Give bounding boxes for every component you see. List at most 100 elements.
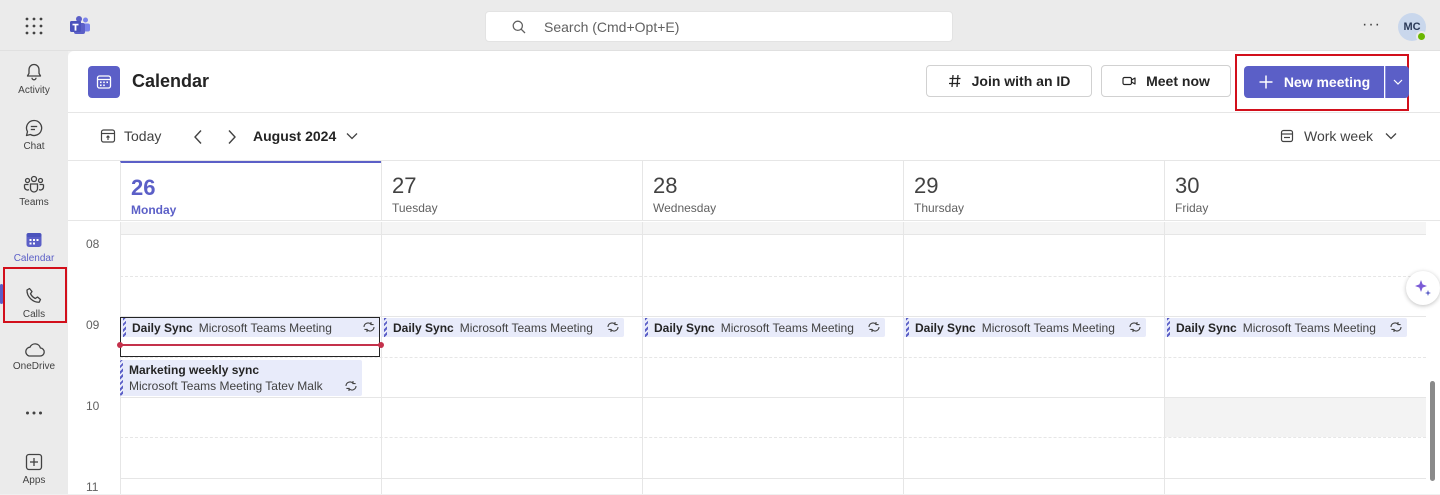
day-header-wednesday[interactable]: 28 Wednesday [642,161,903,221]
join-with-id-label: Join with an ID [971,73,1071,89]
chevron-left-icon[interactable] [192,129,204,145]
chevron-down-icon [1385,133,1397,140]
top-bar: Search (Cmd+Opt+E) ··· MC [0,0,1440,51]
app-launcher-icon[interactable] [24,16,44,36]
meet-now-button[interactable]: Meet now [1101,65,1231,97]
avatar[interactable]: MC [1398,13,1427,42]
calendar-toolbar: Today August 2024 Work week [68,113,1440,161]
day-header-monday[interactable]: 26 Monday [120,161,381,221]
calendar-today-icon [100,129,116,143]
copilot-sparkle-button[interactable] [1406,271,1440,305]
half-hour-line [120,357,1426,358]
day-number: 28 [653,173,678,198]
video-camera-icon [1122,76,1136,86]
new-meeting-highlight-box: New meeting [1235,54,1409,111]
calendar-header: Calendar Join with an ID Meet now New me… [68,51,1440,113]
rail-item-activity[interactable]: Activity [0,53,68,105]
event-location: Microsoft Teams Meeting [459,320,593,335]
day-divider [903,222,904,494]
plus-icon [1259,75,1273,89]
off-hours-band [120,222,1426,235]
shaded-slot [1164,397,1426,437]
rail-label: Apps [22,475,46,486]
rail-label: Calendar [13,253,55,264]
chevron-right-icon[interactable] [226,129,238,145]
view-switcher[interactable]: Work week [1280,128,1397,144]
recurring-icon [345,381,357,391]
rail-item-calendar[interactable]: Calendar [0,221,68,273]
event-daily-sync-friday[interactable]: Daily Sync Microsoft Teams Meeting [1164,318,1407,337]
event-title: Daily Sync [915,320,976,335]
current-time-indicator [117,342,384,348]
chevron-down-icon [1393,79,1402,85]
half-hour-line [120,437,1426,438]
calendar-view-icon [1280,129,1294,143]
more-options-icon[interactable]: ··· [1362,16,1381,34]
hour-label: 09 [86,318,100,332]
day-header-tuesday[interactable]: 27 Tuesday [381,161,642,221]
day-name: Monday [131,203,177,217]
event-location: Microsoft Teams Meeting [720,320,854,335]
view-label: Work week [1304,128,1373,144]
event-daily-sync-tuesday[interactable]: Daily Sync Microsoft Teams Meeting [381,318,624,337]
day-header-row: 26 Monday 27 Tuesday 28 Wednesday 29 Thu… [68,161,1440,221]
chevron-down-icon [346,133,358,140]
day-header-thursday[interactable]: 29 Thursday [903,161,1164,221]
rail-item-chat[interactable]: Chat [0,109,68,161]
sparkle-icon [1415,280,1431,296]
calendar-panel: Calendar Join with an ID Meet now New me… [68,51,1440,494]
event-daily-sync-wednesday[interactable]: Daily Sync Microsoft Teams Meeting [642,318,885,337]
event-marketing-weekly-sync[interactable]: Marketing weekly sync Microsoft Teams Me… [120,360,362,396]
rail-label: Chat [23,141,45,152]
join-with-id-button[interactable]: Join with an ID [926,65,1092,97]
recurring-icon [607,322,619,332]
page-title: Calendar [132,71,210,91]
rail-item-onedrive[interactable]: OneDrive [0,331,68,383]
recurring-icon [1390,322,1402,332]
new-meeting-button[interactable]: New meeting [1244,66,1384,98]
time-grid[interactable]: 08 09 10 11 Daily Sync Microsoft Teams M… [68,222,1426,494]
event-title: Marketing weekly sync [129,363,260,377]
search-input[interactable]: Search (Cmd+Opt+E) [485,11,953,42]
day-header-friday[interactable]: 30 Friday [1164,161,1440,221]
hour-line [120,397,1426,398]
day-divider [1164,222,1165,494]
app-rail: Activity Chat Teams Calendar Calls OneDr… [0,51,68,494]
month-label: August 2024 [253,128,337,144]
event-title: Daily Sync [654,320,715,335]
presence-available-icon [1416,31,1427,42]
day-divider [381,222,382,494]
hour-label: 08 [86,237,100,251]
day-number: 27 [392,173,417,198]
event-location: Microsoft Teams Meeting [981,320,1115,335]
meet-now-label: Meet now [1146,73,1210,89]
current-time-dot [378,342,384,348]
day-divider [642,222,643,494]
selected-time-slot[interactable] [120,317,380,357]
event-title: Daily Sync [1176,320,1237,335]
day-name: Tuesday [392,201,438,215]
day-name: Wednesday [653,201,717,215]
event-subtitle: Microsoft Teams Meeting Tatev Malk [129,379,323,393]
recurring-icon [1129,322,1141,332]
recurring-icon [868,322,880,332]
today-button[interactable]: Today [100,128,161,144]
hour-label: 11 [86,480,99,494]
new-meeting-dropdown-button[interactable] [1385,66,1409,98]
calendar-icon [26,233,42,247]
rail-item-teams[interactable]: Teams [0,165,68,217]
rail-item-more[interactable] [0,387,68,439]
rail-label: Teams [19,197,49,208]
event-daily-sync-thursday[interactable]: Daily Sync Microsoft Teams Meeting [903,318,1146,337]
day-number: 26 [131,175,156,200]
rail-item-apps[interactable]: Apps [0,443,68,495]
new-meeting-label: New meeting [1283,74,1371,90]
hash-icon [948,74,961,88]
bell-icon [26,63,42,81]
chat-icon [25,119,43,137]
day-divider [120,222,121,494]
today-label: Today [124,128,162,144]
cloud-icon [25,343,45,357]
month-picker[interactable]: August 2024 [253,128,358,144]
scrollbar[interactable] [1430,381,1435,481]
